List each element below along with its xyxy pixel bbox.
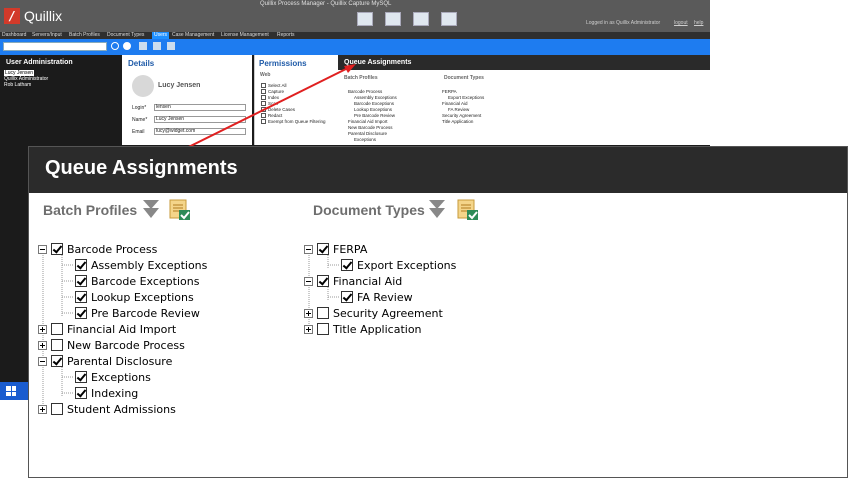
tree-item-fa-review[interactable]: FA Review [341, 289, 413, 305]
collapse-icon[interactable] [38, 244, 47, 254]
tree-item-financial-aid[interactable]: Financial Aid [304, 273, 402, 289]
tree-item-financial-aid-import[interactable]: Financial Aid Import [38, 321, 176, 337]
tree-item-label: Assembly Exceptions [91, 258, 208, 272]
tree-item-label: Exceptions [91, 370, 151, 384]
tree-item-label: Export Exceptions [357, 258, 457, 272]
tree-item-label: Lookup Exceptions [91, 290, 194, 304]
tree-item-label: Barcode Exceptions [91, 274, 200, 288]
checkbox[interactable] [51, 243, 63, 255]
checkbox[interactable] [75, 275, 87, 287]
tree-item-title-application[interactable]: Title Application [304, 321, 422, 337]
tree-item-label: FERPA [333, 242, 368, 256]
tree-item-label: Pre Barcode Review [91, 306, 200, 320]
tree-item-label: Indexing [91, 386, 139, 400]
tree-item-assembly-exceptions[interactable]: Assembly Exceptions [75, 257, 207, 273]
checkbox[interactable] [75, 307, 87, 319]
tree-item-indexing[interactable]: Indexing [75, 385, 138, 401]
tree-item-label: Student Admissions [67, 402, 176, 416]
tree-item-student-admissions[interactable]: Student Admissions [38, 401, 176, 417]
expand-icon[interactable] [38, 340, 47, 350]
tree-item-barcode-exceptions[interactable]: Barcode Exceptions [75, 273, 199, 289]
checkbox[interactable] [51, 403, 63, 415]
collapse-icon[interactable] [304, 276, 313, 286]
checkbox[interactable] [341, 291, 353, 303]
tree-item-parental-disclosure[interactable]: Parental Disclosure [38, 353, 172, 369]
tree-item-label: Financial Aid Import [67, 322, 177, 336]
tree-item-exceptions[interactable]: Exceptions [75, 369, 151, 385]
tree-item-lookup-exceptions[interactable]: Lookup Exceptions [75, 289, 194, 305]
tree-item-barcode-process[interactable]: Barcode Process [38, 241, 157, 257]
checkbox[interactable] [341, 259, 353, 271]
queue-assignments-panel: Queue Assignments Batch Profiles Documen… [28, 146, 848, 478]
tree-item-label: Title Application [333, 322, 422, 336]
tree-item-label: FA Review [357, 290, 413, 304]
checkbox[interactable] [317, 243, 329, 255]
tree-item-label: Security Agreement [333, 306, 443, 320]
checkbox[interactable] [317, 323, 329, 335]
tree-item-new-barcode-process[interactable]: New Barcode Process [38, 337, 185, 353]
checkbox[interactable] [75, 371, 87, 383]
expand-icon[interactable] [304, 324, 313, 334]
expand-icon[interactable] [38, 404, 47, 414]
collapse-icon[interactable] [304, 244, 313, 254]
checkbox[interactable] [317, 275, 329, 287]
checkbox[interactable] [51, 355, 63, 367]
expand-icon[interactable] [304, 308, 313, 318]
expand-icon[interactable] [38, 324, 47, 334]
collapse-icon[interactable] [38, 356, 47, 366]
checkbox[interactable] [317, 307, 329, 319]
checkbox[interactable] [51, 323, 63, 335]
tree-item-ferpa[interactable]: FERPA [304, 241, 367, 257]
tree-item-pre-barcode-review[interactable]: Pre Barcode Review [75, 305, 200, 321]
checkbox[interactable] [75, 291, 87, 303]
tree-item-export-exceptions[interactable]: Export Exceptions [341, 257, 456, 273]
tree-item-label: New Barcode Process [67, 338, 185, 352]
checkbox[interactable] [75, 259, 87, 271]
checkbox[interactable] [51, 339, 63, 351]
tree-item-label: Financial Aid [333, 274, 403, 288]
tree-item-security-agreement[interactable]: Security Agreement [304, 305, 443, 321]
tree-item-label: Barcode Process [67, 242, 158, 256]
checkbox[interactable] [75, 387, 87, 399]
tree-item-label: Parental Disclosure [67, 354, 173, 368]
